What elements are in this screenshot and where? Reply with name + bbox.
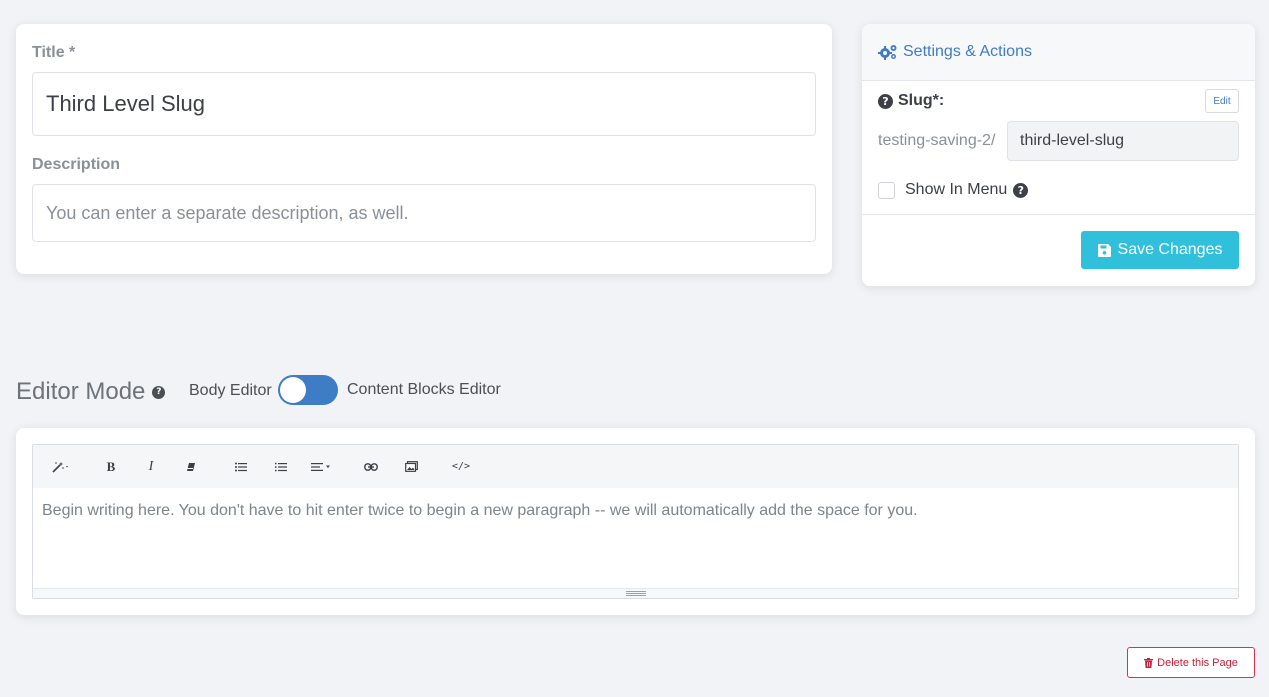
settings-header-title: Settings & Actions [903,43,1032,60]
title-card: Title * Third Level Slug Description You… [16,24,832,274]
save-changes-label: Save Changes [1117,241,1223,258]
slug-label-text: Slug*: [898,92,945,109]
question-icon[interactable]: ? [1013,182,1029,198]
show-in-menu-text: Show In Menu [905,181,1008,198]
divider [862,214,1255,215]
editor-resize-handle[interactable] [33,588,1238,598]
align-icon [311,462,330,471]
save-changes-button[interactable]: Save Changes [1081,231,1239,269]
settings-card: Settings & Actions ? Slug*: Edit testing… [862,24,1255,286]
editor-mode-toggle[interactable] [278,375,338,405]
floppy-disk-icon [1097,243,1111,257]
editor-mode-heading: Editor Mode ? [16,376,166,408]
toggle-knob [280,377,306,403]
toolbar-group-para [221,452,341,482]
toolbar-group-view: </> [441,452,481,482]
description-label: Description [32,156,121,173]
slug-label: ? Slug*: [878,92,944,110]
editor-toolbar: B I </> [33,445,1238,488]
editor-card: B I </> Begin writing here. You don't ha… [16,428,1255,615]
code-view-button[interactable]: </> [441,452,481,482]
slug-prefix: testing-saving-2/ [878,132,996,149]
ordered-list-button[interactable] [261,452,301,482]
body-editor-label: Body Editor [189,382,272,399]
grip-icon [625,591,646,596]
question-icon[interactable]: ? [152,385,166,399]
slug-input[interactable]: third-level-slug [1007,121,1239,161]
magic-wand-icon [52,461,68,473]
link-button[interactable] [351,452,391,482]
delete-page-button[interactable]: Delete this Page [1127,647,1255,678]
content-blocks-editor-label: Content Blocks Editor [347,381,501,398]
show-in-menu-checkbox[interactable] [878,182,895,199]
description-input[interactable]: You can enter a separate description, as… [32,184,816,242]
style-dropdown-button[interactable] [41,452,81,482]
question-icon[interactable]: ? [878,93,893,109]
unordered-list-icon [235,462,247,471]
align-dropdown-button[interactable] [301,452,341,482]
italic-button[interactable]: I [131,452,171,482]
bold-button[interactable]: B [91,452,131,482]
title-input[interactable]: Third Level Slug [32,72,816,136]
cogs-icon [878,45,897,60]
rich-text-editor: B I </> Begin writing here. You don't ha… [32,444,1239,599]
toolbar-group-style [41,452,81,482]
picture-button[interactable] [391,452,431,482]
ordered-list-icon [275,462,287,471]
edit-slug-button[interactable]: Edit [1205,89,1239,113]
clear-format-button[interactable] [171,452,211,482]
unordered-list-button[interactable] [221,452,261,482]
settings-header: Settings & Actions [862,24,1255,81]
code-view-icon: </> [451,461,471,472]
title-label: Title * [32,44,76,61]
delete-page-label: Delete this Page [1157,656,1238,669]
editor-mode-title: Editor Mode [16,378,146,405]
bold-icon: B [106,458,116,474]
italic-icon: I [148,458,154,474]
show-in-menu-label: Show In Menu ? [905,181,1029,199]
link-icon [364,462,378,471]
trash-icon [1144,657,1154,668]
picture-icon [404,461,418,472]
toolbar-group-insert [351,452,431,482]
eraser-icon [187,462,195,471]
toolbar-group-font: B I [91,452,211,482]
editor-content-area[interactable]: Begin writing here. You don't have to hi… [42,502,918,520]
